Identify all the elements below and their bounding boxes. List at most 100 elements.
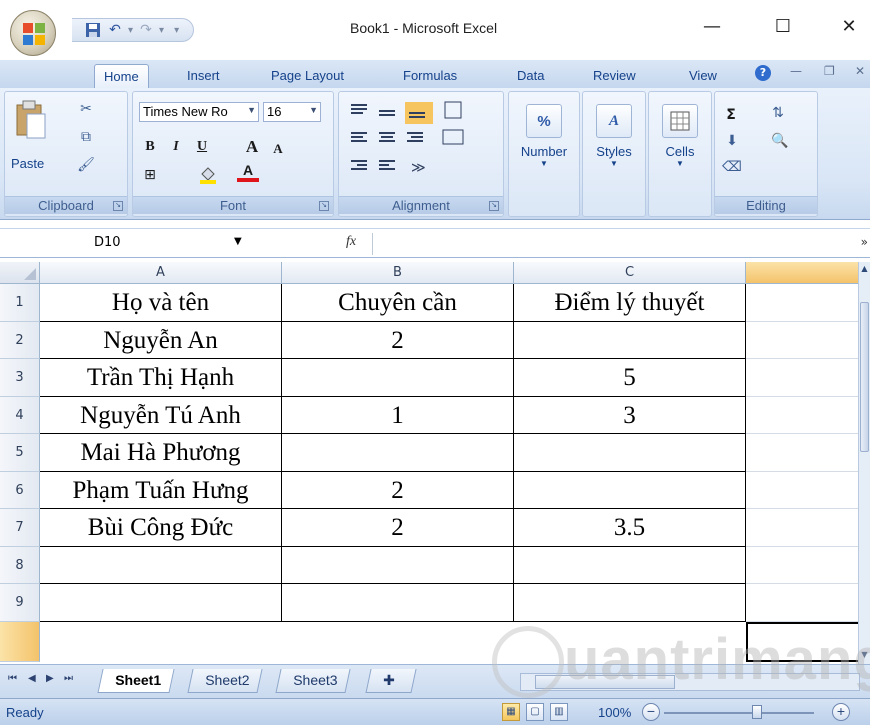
help-icon[interactable]: ?: [755, 65, 771, 81]
column-header-d[interactable]: [746, 262, 858, 284]
customize-qat-icon[interactable]: ▾: [174, 25, 179, 36]
styles-button[interactable]: A Styles ▼: [583, 100, 645, 182]
tab-data[interactable]: Data: [508, 64, 553, 88]
tab-view[interactable]: View: [680, 64, 726, 88]
row-header[interactable]: 6: [0, 472, 40, 509]
row-header[interactable]: 3: [0, 359, 40, 397]
font-color-button[interactable]: A: [237, 162, 259, 182]
cell-a5[interactable]: Mai Hà Phương: [40, 434, 282, 472]
cell-a1[interactable]: Họ và tên: [40, 284, 282, 322]
name-box[interactable]: D10 ▼: [4, 233, 244, 255]
undo-icon[interactable]: ↶: [106, 21, 124, 39]
cell-b6[interactable]: 2: [282, 472, 514, 509]
ribbon-close-icon[interactable]: ✕: [855, 64, 865, 78]
expand-formula-bar-icon[interactable]: »: [861, 235, 868, 249]
tab-page-layout[interactable]: Page Layout: [262, 64, 353, 88]
cell-b4[interactable]: 1: [282, 397, 514, 434]
cell-d4[interactable]: [746, 397, 858, 434]
format-painter-icon[interactable]: 🖌: [77, 156, 95, 174]
row-header[interactable]: 1: [0, 284, 40, 322]
sheet-tab-sheet2[interactable]: Sheet2: [187, 669, 263, 693]
chevron-down-icon[interactable]: ▼: [234, 236, 242, 247]
cell-a2[interactable]: Nguyễn An: [40, 322, 282, 359]
cell-d6[interactable]: [746, 472, 858, 509]
cell-c4[interactable]: 3: [514, 397, 746, 434]
font-size-select[interactable]: 16 ▼: [263, 102, 321, 122]
save-icon[interactable]: [84, 21, 102, 39]
horizontal-scroll-thumb[interactable]: [535, 675, 675, 689]
first-sheet-icon[interactable]: ⏮: [8, 673, 17, 684]
ribbon-minimize-icon[interactable]: —: [790, 64, 802, 78]
row-header[interactable]: 8: [0, 547, 40, 584]
cell-a4[interactable]: Nguyễn Tú Anh: [40, 397, 282, 434]
cell-d1[interactable]: [746, 284, 858, 322]
underline-button[interactable]: U: [191, 136, 213, 158]
cell-c1[interactable]: Điểm lý thuyết: [514, 284, 746, 322]
fill-icon[interactable]: ⬇: [723, 132, 741, 150]
cut-icon[interactable]: ✂: [77, 100, 95, 118]
cell-d10[interactable]: [746, 622, 858, 662]
cell-c5[interactable]: [514, 434, 746, 472]
zoom-level[interactable]: 100%: [598, 705, 631, 720]
zoom-slider-handle[interactable]: [752, 705, 762, 719]
scroll-up-icon[interactable]: ▲: [860, 264, 869, 276]
cell-c6[interactable]: [514, 472, 746, 509]
maximize-button[interactable]: ☐: [768, 14, 798, 38]
number-button[interactable]: % Number ▼: [513, 100, 575, 182]
shrink-font-button[interactable]: A: [267, 138, 289, 160]
row-header[interactable]: 7: [0, 509, 40, 547]
row-header[interactable]: 5: [0, 434, 40, 472]
cell-d2[interactable]: [746, 322, 858, 359]
paste-button[interactable]: Paste: [11, 156, 44, 171]
insert-function-icon[interactable]: fx: [346, 234, 356, 250]
cell-c2[interactable]: [514, 322, 746, 359]
sheet-tab-sheet1[interactable]: Sheet1: [97, 669, 175, 693]
select-all-button[interactable]: [0, 262, 40, 284]
bold-button[interactable]: B: [139, 136, 161, 158]
italic-button[interactable]: I: [165, 136, 187, 158]
last-sheet-icon[interactable]: ⏭: [64, 673, 73, 684]
cell-d9[interactable]: [746, 584, 858, 622]
row-header[interactable]: [0, 622, 40, 662]
row-header[interactable]: 2: [0, 322, 40, 359]
tab-formulas[interactable]: Formulas: [394, 64, 466, 88]
cell-b2[interactable]: 2: [282, 322, 514, 359]
borders-icon[interactable]: ⊞: [139, 164, 161, 186]
cell-a9[interactable]: [40, 584, 282, 622]
page-break-view-button[interactable]: ▥: [550, 703, 568, 721]
row-header[interactable]: 9: [0, 584, 40, 622]
zoom-slider[interactable]: [664, 712, 814, 714]
cell-a6[interactable]: Phạm Tuấn Hưng: [40, 472, 282, 509]
cell-b5[interactable]: [282, 434, 514, 472]
formula-input[interactable]: [372, 233, 858, 255]
cell-c7[interactable]: 3.5: [514, 509, 746, 547]
redo-icon[interactable]: ↷: [137, 21, 155, 39]
fill-color-icon[interactable]: [197, 164, 219, 186]
clear-icon[interactable]: ⌫: [722, 158, 742, 176]
close-button[interactable]: ✕: [834, 14, 864, 38]
cell-d3[interactable]: [746, 359, 858, 397]
column-header-b[interactable]: B: [282, 262, 514, 284]
redo-dropdown-icon[interactable]: ▾: [159, 25, 164, 36]
cell-a3[interactable]: Trần Thị Hạnh: [40, 359, 282, 397]
minimize-button[interactable]: —: [697, 14, 727, 38]
prev-sheet-icon[interactable]: ◀: [28, 673, 36, 684]
insert-sheet-tab[interactable]: ✚: [365, 669, 417, 693]
page-layout-view-button[interactable]: ▢: [526, 703, 544, 721]
alignment-launcher-icon[interactable]: ↘: [489, 201, 499, 211]
cell-b1[interactable]: Chuyên cần: [282, 284, 514, 322]
copy-icon[interactable]: ⧉: [77, 128, 95, 146]
sort-filter-icon[interactable]: ⇅: [769, 104, 787, 122]
autosum-icon[interactable]: Σ: [721, 104, 741, 126]
font-name-select[interactable]: Times New Ro ▼: [139, 102, 259, 122]
column-header-a[interactable]: A: [40, 262, 282, 284]
row-header[interactable]: 4: [0, 397, 40, 434]
cell-c9[interactable]: [514, 584, 746, 622]
zoom-in-button[interactable]: +: [832, 703, 850, 721]
cell-c3[interactable]: 5: [514, 359, 746, 397]
alignment-icons[interactable]: ≫: [349, 100, 499, 180]
cell-d5[interactable]: [746, 434, 858, 472]
cell-a8[interactable]: [40, 547, 282, 584]
tab-insert[interactable]: Insert: [178, 64, 229, 88]
cells-button[interactable]: Cells ▼: [649, 100, 711, 182]
